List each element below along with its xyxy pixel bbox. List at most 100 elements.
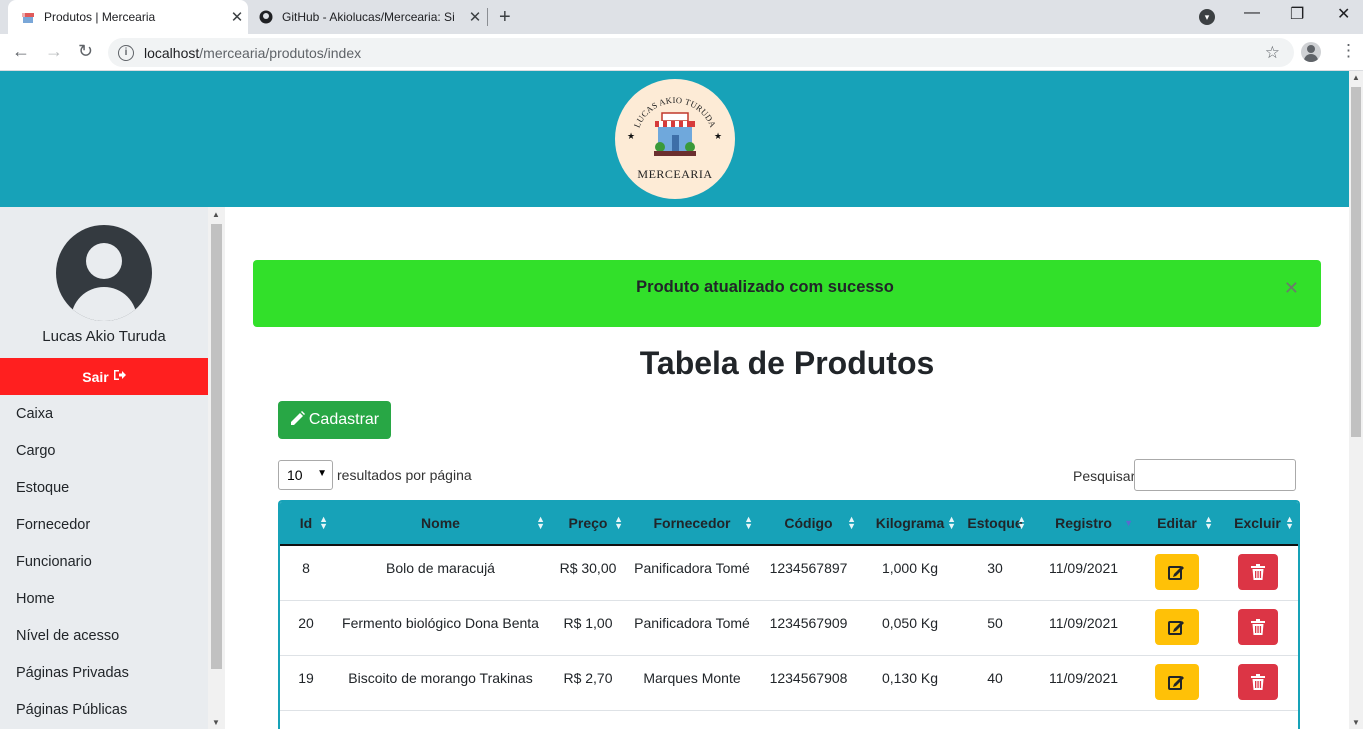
new-tab-icon[interactable]: + [499,6,511,29]
store-logo[interactable]: LUCAS AKIO TURUDA ★ ★ MERCEARIA [615,79,735,199]
col-registro[interactable]: Registro ▼ [1030,502,1137,545]
table-header-row: Id ▲ ▼ Nome ▲ ▼ Preço ▲ ▼ Fornecedor ▲ ▼ Código ▲… [280,502,1298,545]
cell-preco: R$ 2,70 [563,669,613,686]
page-length-select[interactable]: 10 ▼ [278,460,333,490]
sidebar-item-estoque[interactable]: Estoque [16,480,69,496]
sort-desc-icon: ▼ [1124,518,1133,528]
sidebar-item-cargo[interactable]: Cargo [16,443,56,459]
sidebar-item-paginas-privadas[interactable]: Páginas Privadas [16,665,129,681]
search-label: Pesquisar [1073,468,1136,484]
pencil-icon [290,410,305,430]
tab-search-icon[interactable]: ▾ [1199,9,1215,25]
scroll-thumb[interactable] [211,224,222,669]
scroll-thumb[interactable] [1351,87,1361,437]
logout-label: Sair [82,368,109,385]
github-icon [258,9,274,25]
cell-fornecedor: Panificadora Tomé [634,614,750,631]
svg-text:★: ★ [714,131,722,141]
delete-button[interactable] [1237,554,1278,590]
col-preco[interactable]: Preço ▲ ▼ [549,502,627,545]
close-alert-icon[interactable]: ✕ [1284,278,1299,299]
trash-icon [1250,564,1265,580]
sidebar-item-fornecedor[interactable]: Fornecedor [16,517,90,533]
cell-preco: R$ 1,00 [563,614,613,631]
scroll-up-icon[interactable]: ▲ [1352,73,1360,82]
sidebar-scrollbar[interactable]: ▲ ▼ [208,207,225,729]
logo-text: MERCEARIA [637,167,713,181]
cell-codigo: 1234567897 [769,560,848,576]
trash-icon [1250,673,1265,690]
address-bar[interactable]: i localhost/mercearia/produtos/index ☆ [108,38,1294,67]
close-tab-icon[interactable]: ✕ [464,8,486,26]
cell-id: 19 [298,669,314,686]
alert-message: Produto atualizado com sucesso [636,278,894,296]
cell-registro: 11/09/2021 [1048,614,1119,631]
edit-icon [1168,675,1184,690]
edit-button[interactable] [1155,554,1199,590]
cell-fornecedor: Panificadora Tomé [634,560,750,576]
tab-produtos[interactable]: Produtos | Mercearia ✕ [8,0,248,34]
delete-button[interactable] [1237,608,1278,645]
delete-button[interactable] [1237,663,1278,700]
cell-excluir [1217,600,1298,655]
tab-separator [487,8,488,26]
user-avatar-icon [56,225,152,321]
cell-nome: Bolo de maracujá [386,560,495,576]
col-codigo[interactable]: Código ▲ ▼ [757,502,860,545]
chevron-down-icon: ▼ [317,468,327,479]
table-row: 20 Fermento biológico Dona Benta R$ 1,00 Pa… [280,600,1298,655]
cell-editar [1137,600,1217,655]
cell-codigo: 1234567908 [769,669,848,686]
col-estoque[interactable]: Estoque ▲ ▼ [960,502,1030,545]
create-button[interactable]: Cadastrar [278,401,391,439]
logout-button[interactable]: Sair [0,358,208,395]
cell-preco: R$ 30,00 [559,560,617,576]
search-input[interactable] [1134,459,1296,491]
cell-nome: Fermento biológico Dona Benta [342,614,539,631]
table-row: 19 Biscoito de morango Trakinas R$ 2,70 Mar… [280,655,1298,710]
browser-menu-icon[interactable]: ⋮ [1340,41,1357,61]
products-table: Id ▲ ▼ Nome ▲ ▼ Preço ▲ ▼ Fornecedor ▲ ▼ Código ▲… [278,500,1300,729]
window-close-icon[interactable]: ✕ [1337,4,1350,24]
sidebar-item-funcionario[interactable]: Funcionario [16,554,92,570]
cell-estoque: 50 [987,614,1003,631]
close-tab-icon[interactable]: ✕ [226,8,248,26]
sidebar-item-caixa[interactable]: Caixa [16,406,53,422]
profile-avatar-icon[interactable] [1301,42,1321,62]
forward-icon[interactable]: → [45,41,63,62]
cell-nome: Biscoito de morango Trakinas [348,669,533,686]
url-host: localhost [144,44,200,61]
tab-github[interactable]: GitHub - Akiolucas/Mercearia: Si ✕ [250,0,486,34]
page-scrollbar[interactable]: ▲ ▼ [1349,71,1363,729]
sidebar-item-nivel-acesso[interactable]: Nível de acesso [16,628,119,644]
cell-editar [1137,655,1217,710]
cell-kilograma: 0,050 Kg [881,614,939,631]
sidebar-item-home[interactable]: Home [16,591,55,607]
store-icon [654,112,696,156]
edit-button[interactable] [1155,608,1199,645]
scroll-up-icon[interactable]: ▲ [212,210,220,219]
site-info-icon[interactable]: i [118,44,134,61]
col-nome[interactable]: Nome ▲ ▼ [332,502,549,545]
cell-excluir [1217,545,1298,600]
col-excluir[interactable]: Excluir ▲ ▼ [1217,502,1298,545]
bookmark-star-icon[interactable]: ☆ [1265,43,1280,63]
sidebar-item-paginas-publicas[interactable]: Páginas Públicas [16,702,127,718]
col-kilograma[interactable]: Kilograma ▲ ▼ [860,502,960,545]
svg-text:★: ★ [627,131,635,141]
edit-button[interactable] [1155,663,1199,700]
url-path: /mercearia/produtos/index [199,44,362,61]
reload-icon[interactable]: ↻ [78,41,93,62]
col-fornecedor[interactable]: Fornecedor ▲ ▼ [627,502,757,545]
col-id[interactable]: Id ▲ ▼ [280,502,332,545]
sign-out-icon [113,369,126,384]
scroll-down-icon[interactable]: ▼ [1352,718,1360,727]
edit-icon [1168,566,1184,580]
sort-icon: ▲ ▼ [744,514,753,531]
restore-icon[interactable]: ❐ [1290,4,1304,24]
back-icon[interactable]: ← [12,41,30,62]
cell-fornecedor: Marques Monte [643,669,741,686]
scroll-down-icon[interactable]: ▼ [212,718,220,727]
minimize-icon[interactable]: — [1244,4,1260,22]
col-editar[interactable]: Editar ▲ ▼ [1137,502,1217,545]
